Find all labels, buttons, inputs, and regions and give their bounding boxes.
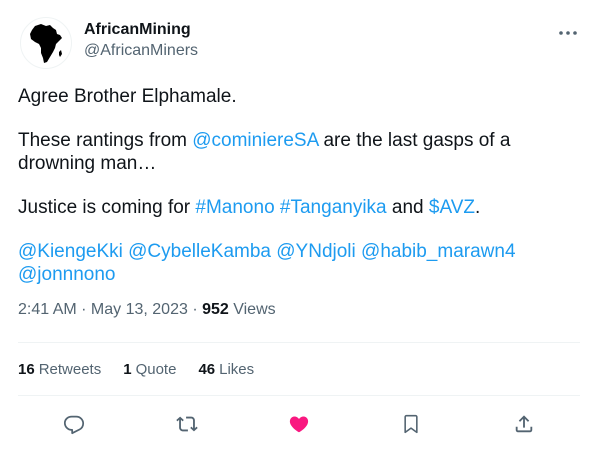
author-info: AfricanMining @AfricanMiners: [84, 20, 198, 61]
bookmark-icon: [404, 414, 418, 434]
more-horizontal-icon[interactable]: [556, 21, 580, 45]
tweet-paragraph: @KiengeKki @CybelleKamba @YNdjoli @habib…: [18, 240, 578, 286]
tweet-date[interactable]: May 13, 2023: [91, 301, 188, 318]
reply-icon: [64, 415, 85, 435]
tweet-text: Agree Brother Elphamale. These rantings …: [18, 85, 578, 286]
share-button[interactable]: [504, 404, 544, 444]
engagement-stats: 16 Retweets 1 Quote 46 Likes: [18, 360, 254, 380]
mention-link[interactable]: @cominiereSA: [192, 130, 318, 151]
retweets-label: Retweets: [38, 361, 102, 378]
reply-button[interactable]: [54, 404, 94, 444]
likes-count: 46: [198, 361, 216, 378]
tweet-paragraph: Agree Brother Elphamale.: [18, 85, 578, 108]
tweet-text-segment: .: [475, 197, 481, 218]
retweets-stat[interactable]: 16 Retweets: [18, 360, 101, 380]
quotes-stat[interactable]: 1 Quote: [123, 360, 176, 380]
author-handle[interactable]: @AfricanMiners: [84, 41, 198, 61]
views-count: 952: [202, 301, 229, 318]
divider: [18, 342, 580, 343]
likes-stat[interactable]: 46 Likes: [198, 360, 254, 380]
mention-link[interactable]: @YNdjoli: [276, 241, 355, 262]
tweet-text-segment: Justice is coming for: [18, 197, 196, 218]
mention-link[interactable]: @CybelleKamba: [128, 241, 271, 262]
retweets-count: 16: [18, 361, 35, 378]
bookmark-button[interactable]: [391, 404, 431, 444]
action-bar: [18, 404, 580, 444]
views-label: Views: [228, 301, 276, 318]
quotes-label: Quote: [135, 361, 177, 378]
mention-link[interactable]: @jonnnono: [18, 264, 115, 285]
africa-map-icon: [30, 24, 62, 63]
mention-link[interactable]: @KiengeKki: [18, 241, 123, 262]
display-name[interactable]: AfricanMining: [84, 20, 198, 40]
hashtag-link[interactable]: #Manono: [195, 197, 274, 218]
tweet-time[interactable]: 2:41 AM: [18, 301, 77, 318]
cashtag-link[interactable]: $AVZ: [429, 197, 475, 218]
quotes-count: 1: [123, 361, 132, 378]
tweet-text-segment: These rantings from: [18, 130, 193, 151]
tweet-meta: 2:41 AM · May 13, 2023 · 952 Views: [18, 300, 276, 320]
tweet-text-segment: and: [386, 197, 429, 218]
tweet-header: AfricanMining @AfricanMiners: [18, 15, 584, 69]
likes-label: Likes: [219, 361, 255, 378]
mention-link[interactable]: @habib_marawn4: [361, 241, 516, 262]
meta-separator: ·: [187, 301, 203, 318]
meta-separator: ·: [76, 301, 91, 318]
retweet-button[interactable]: [167, 404, 207, 444]
tweet-paragraph: These rantings from @cominiereSA are the…: [18, 129, 578, 175]
like-button[interactable]: [279, 404, 319, 444]
hashtag-link[interactable]: #Tanganyika: [280, 197, 387, 218]
tweet-line: Agree Brother Elphamale.: [18, 86, 237, 107]
avatar[interactable]: [20, 17, 72, 69]
divider: [18, 395, 580, 396]
tweet-paragraph: Justice is coming for #Manono #Tanganyik…: [18, 196, 578, 219]
heart-filled-icon: [289, 416, 309, 433]
retweet-icon: [175, 416, 198, 432]
share-icon: [515, 415, 532, 433]
